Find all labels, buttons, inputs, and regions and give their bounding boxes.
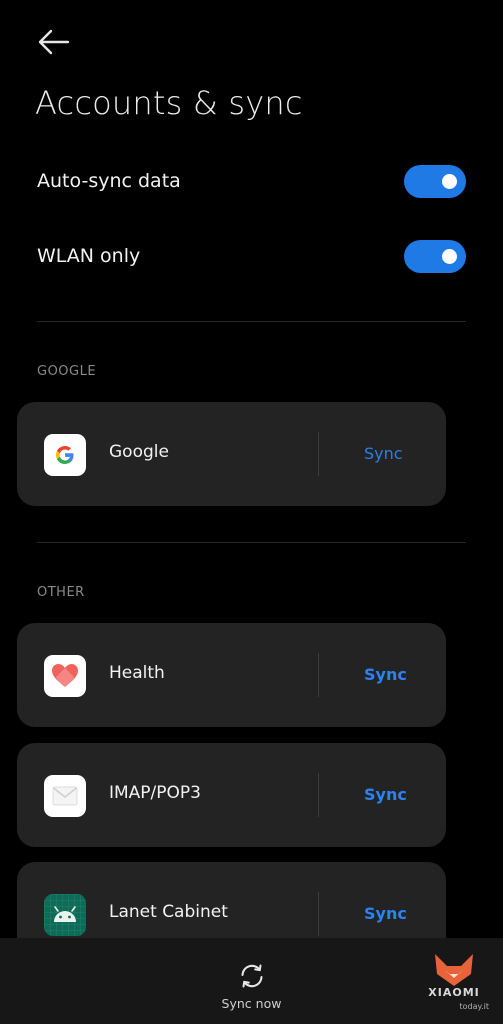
- back-arrow-icon: [38, 29, 70, 55]
- auto-sync-setting[interactable]: Auto-sync data: [37, 161, 466, 201]
- sync-button-google[interactable]: Sync: [364, 444, 403, 463]
- auto-sync-toggle[interactable]: [404, 164, 466, 198]
- card-separator: [318, 773, 319, 817]
- watermark-logo: XIAOMI today.it: [419, 952, 489, 1012]
- account-card-imap[interactable]: IMAP/POP3 Sync: [17, 743, 446, 847]
- account-name: IMAP/POP3: [109, 783, 201, 803]
- mail-envelope-icon: [44, 775, 86, 817]
- watermark-sub: today.it: [459, 1002, 489, 1011]
- wlan-only-label: WLAN only: [37, 245, 141, 267]
- section-title-other: OTHER: [37, 585, 85, 600]
- toggle-knob: [442, 248, 457, 264]
- page-title: Accounts & sync: [35, 84, 303, 122]
- watermark-brand: XIAOMI: [428, 986, 480, 999]
- wlan-only-setting[interactable]: WLAN only: [37, 236, 466, 276]
- auto-sync-label: Auto-sync data: [37, 170, 181, 192]
- google-icon: [44, 434, 86, 476]
- card-separator: [318, 653, 319, 697]
- sync-icon: [241, 964, 262, 988]
- sync-button-imap[interactable]: Sync: [364, 785, 407, 804]
- back-button[interactable]: [36, 26, 72, 58]
- bottom-bar: Sync now XIAOMI today.it: [0, 938, 503, 1024]
- health-heart-icon: [44, 655, 86, 697]
- sync-button-lanet[interactable]: Sync: [364, 904, 407, 923]
- divider: [37, 542, 466, 543]
- account-name: Google: [109, 442, 169, 462]
- account-card-health[interactable]: Health Sync: [17, 623, 446, 727]
- section-title-google: GOOGLE: [37, 364, 97, 379]
- card-separator: [318, 432, 319, 476]
- account-card-google[interactable]: Google Sync: [17, 402, 446, 506]
- account-name: Health: [109, 663, 165, 683]
- sync-button-health[interactable]: Sync: [364, 665, 407, 684]
- card-separator: [318, 892, 319, 936]
- divider: [37, 321, 466, 322]
- wlan-only-toggle[interactable]: [404, 239, 466, 273]
- sync-now-label: Sync now: [221, 996, 282, 1011]
- android-icon: [44, 894, 86, 936]
- fox-logo-icon: [435, 954, 473, 986]
- toggle-knob: [442, 173, 457, 189]
- account-name: Lanet Cabinet: [109, 902, 228, 922]
